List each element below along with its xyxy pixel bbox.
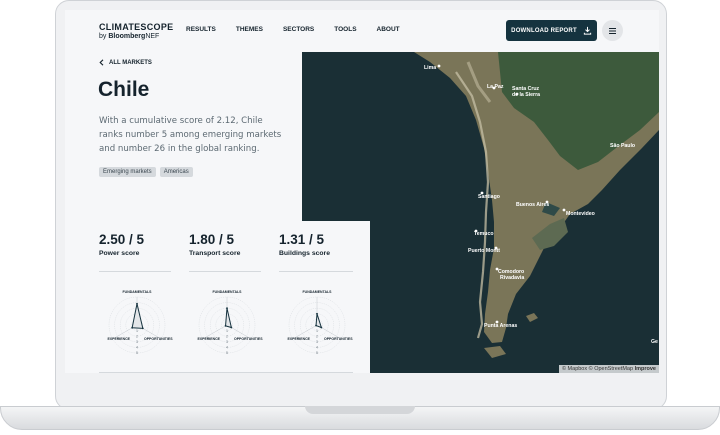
download-report-label: DOWNLOAD REPORT (511, 27, 577, 34)
nav-item-tools[interactable]: TOOLS (334, 26, 356, 33)
radar-tick-label: 3 (136, 340, 138, 344)
map-canvas: Lima La Paz Santa Cruz de la Sierra São P… (302, 52, 659, 373)
nav-item-themes[interactable]: THEMES (236, 26, 263, 33)
nav-item-sectors[interactable]: SECTORS (283, 26, 314, 33)
city-label-ge: Ge (651, 339, 658, 345)
radar-tick-label: 4 (136, 346, 138, 350)
map-attribution[interactable]: © Mapbox © OpenStreetMap Improve (558, 365, 659, 373)
city-label-montevideo: Montevideo (566, 211, 595, 217)
screen: CLIMATESCOPE by BloombergNEF RESULTS THE… (65, 10, 659, 373)
power-score-value: 2.50 / 5 (99, 232, 145, 247)
radar-tick-label: 1 (136, 329, 138, 333)
city-marker[interactable] (562, 208, 566, 212)
city-label-lima: Lima (424, 65, 436, 71)
download-icon (583, 26, 591, 35)
city-label-puerto-montt: Puerto Montt (468, 248, 500, 254)
hamburger-icon (609, 27, 616, 34)
city-label-buenos-aires: Buenos Aires (516, 202, 549, 208)
radar-tick-label: 4 (226, 346, 228, 350)
city-label-temuco: Temuco (474, 231, 494, 237)
radar-shape (131, 303, 144, 329)
power-radar-chart: FUNDAMENTALS EXPERIENCE OPPORTUNITIES 12 3 45 (107, 290, 173, 355)
divider (189, 271, 261, 272)
tag-emerging-markets[interactable]: Emerging markets (99, 167, 156, 177)
radar-tick-label: 3 (226, 340, 228, 344)
radar-point (141, 327, 144, 330)
page-title: Chile (98, 78, 150, 101)
climatescope-logo[interactable]: CLIMATESCOPE by BloombergNEF (99, 22, 173, 41)
radar-shape (225, 308, 233, 329)
radar-tick-label: 5 (226, 351, 228, 355)
transport-score: 1.80 / 5 Transport score (189, 232, 264, 257)
axis-label-opportunities: OPPORTUNITIES (234, 337, 263, 341)
radar-tick-label: 1 (226, 329, 228, 333)
nav-item-about[interactable]: ABOUT (377, 26, 400, 33)
logo-main: CLIMATESCOPE (99, 22, 174, 32)
city-label-santa-cruz-line2: de la Sierra (512, 92, 540, 98)
radar-point (230, 326, 233, 329)
transport-score-label: Transport score (189, 250, 241, 257)
tag-list: Emerging markets Americas (99, 167, 193, 177)
radar-tick-label: 2 (136, 334, 138, 338)
country-map[interactable]: Lima La Paz Santa Cruz de la Sierra São P… (302, 52, 659, 373)
divider (99, 271, 171, 272)
market-description: With a cumulative score of 2.12, Chile r… (99, 116, 282, 154)
radar-point (224, 324, 227, 327)
axis-label-opportunities: OPPORTUNITIES (144, 337, 173, 341)
city-label-santiago: Santiago (478, 194, 500, 200)
tag-americas[interactable]: Americas (159, 167, 193, 177)
all-markets-label: ALL MARKETS (109, 59, 152, 66)
radar-tick-label: 5 (136, 351, 138, 355)
axis-label-experience: EXPERIENCE (107, 337, 130, 341)
improve-map-link[interactable]: Improve (635, 366, 656, 372)
radar-tick-label: 2 (226, 334, 228, 338)
laptop-frame: CLIMATESCOPE by BloombergNEF RESULTS THE… (55, 0, 667, 410)
city-label-sao-paulo: São Paulo (610, 143, 635, 149)
radar-point (131, 326, 134, 329)
city-label-comodoro: Comodoro Rivadavia (498, 269, 524, 281)
city-label-comodoro-line2: Rivadavia (500, 275, 524, 281)
transport-radar-chart: FUNDAMENTALS EXPERIENCE OPPORTUNITIES 12 3 45 (197, 290, 263, 355)
chevron-left-icon (99, 59, 104, 66)
logo-sub: by BloombergNEF (99, 33, 160, 40)
axis-label-fundamentals: FUNDAMENTALS (123, 290, 153, 294)
axis-label-fundamentals: FUNDAMENTALS (213, 290, 243, 294)
radar-point (226, 307, 228, 310)
nav-item-results[interactable]: RESULTS (186, 26, 216, 33)
laptop-notch (305, 406, 415, 414)
power-score: 2.50 / 5 Power score (99, 232, 174, 257)
city-label-la-paz: La Paz (487, 84, 504, 90)
header: CLIMATESCOPE by BloombergNEF RESULTS THE… (65, 10, 659, 50)
axis-label-experience: EXPERIENCE (197, 337, 220, 341)
menu-button[interactable] (602, 20, 623, 41)
download-report-button[interactable]: DOWNLOAD REPORT (506, 20, 597, 41)
city-label-santa-cruz: Santa Cruz de la Sierra (512, 86, 540, 98)
power-score-label: Power score (99, 250, 140, 257)
attribution-text: © Mapbox © OpenStreetMap (561, 366, 634, 372)
radar-point (136, 302, 138, 305)
all-markets-link[interactable]: ALL MARKETS (99, 59, 152, 66)
city-label-punta-arenas: Punta Arenas (484, 323, 517, 329)
transport-score-value: 1.80 / 5 (189, 232, 235, 247)
main-nav: RESULTS THEMES SECTORS TOOLS ABOUT (186, 26, 420, 33)
city-marker[interactable] (437, 64, 441, 68)
